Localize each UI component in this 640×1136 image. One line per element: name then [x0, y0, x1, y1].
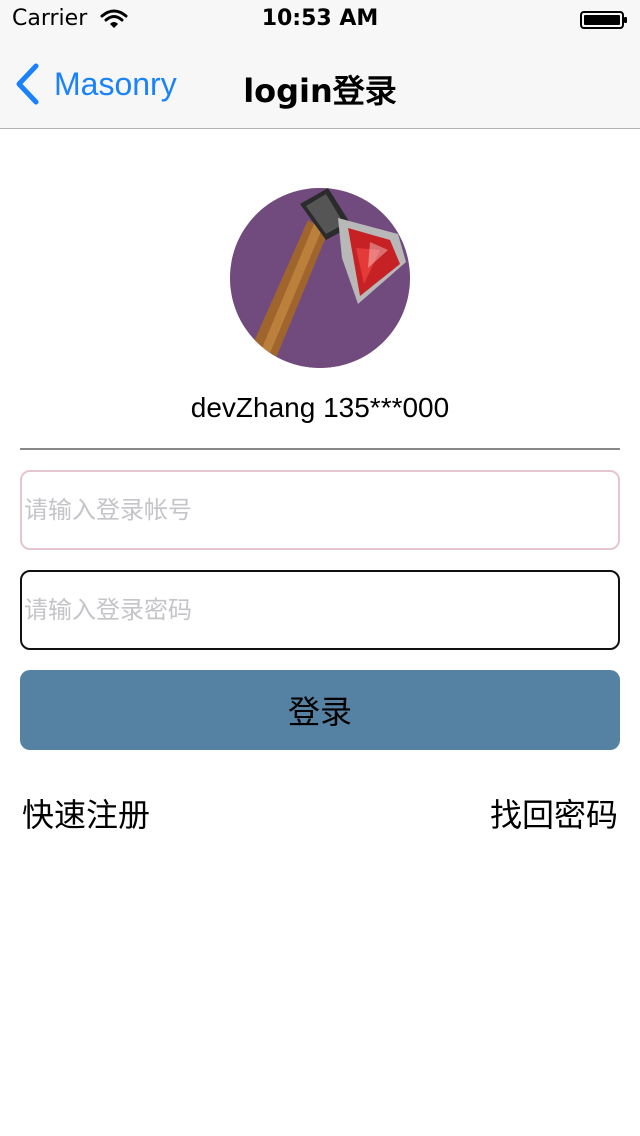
account-input[interactable] [22, 472, 618, 548]
status-time: 10:53 AM [261, 6, 379, 31]
password-input[interactable] [22, 572, 618, 648]
axe-avatar[interactable] [230, 188, 410, 368]
page-title: login登录 [243, 72, 397, 110]
account-field[interactable] [20, 470, 620, 550]
status-bar: Carrier 10:53 AM [0, 0, 640, 40]
password-field[interactable] [20, 570, 620, 650]
register-link[interactable]: 快速注册 [22, 790, 150, 836]
navigation-bar: Masonry login登录 [0, 40, 640, 129]
username-label: devZhang 135***000 [190, 392, 450, 423]
login-button[interactable]: 登录 [20, 670, 620, 750]
forgot-password-link[interactable]: 找回密码 [490, 790, 618, 836]
divider [20, 448, 620, 450]
battery-full-icon [580, 11, 628, 29]
